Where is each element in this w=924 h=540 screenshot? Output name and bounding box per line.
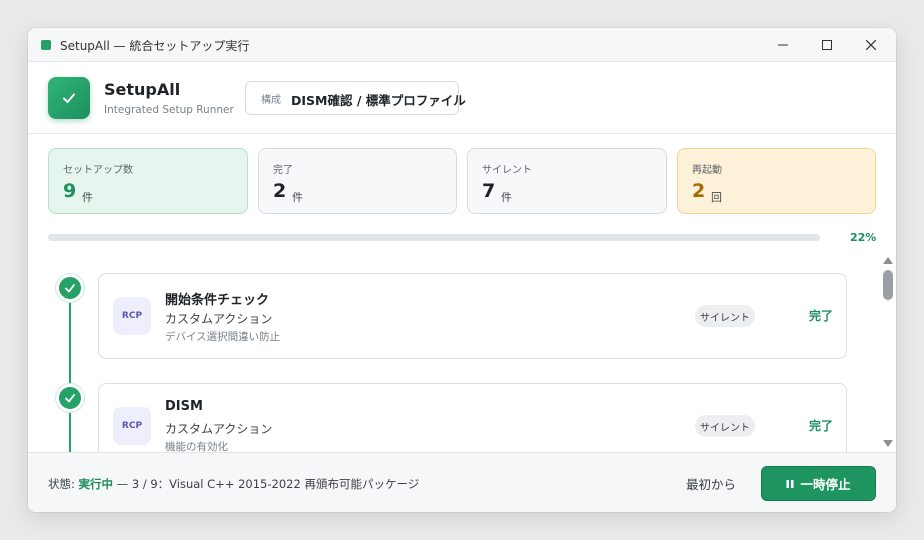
config-value: DISM確認 / 標準プロファイル [291, 93, 466, 108]
app-icon [41, 40, 51, 50]
stat-value: 7 [482, 180, 496, 202]
step-card[interactable]: RCP 開始条件チェック カスタムアクション デバイス選択間違い防止 サイレント… [98, 273, 847, 359]
stat-label: セットアップ数 [63, 165, 133, 176]
stat-unit: 件 [292, 191, 303, 204]
maximize-icon [822, 40, 832, 50]
mode-badge: サイレント [695, 305, 755, 327]
progress-percent: 22% [850, 231, 877, 244]
scroll-down-arrow[interactable] [883, 440, 893, 447]
pause-icon [786, 479, 794, 488]
stat-value: 2 [273, 180, 287, 202]
step-type: カスタムアクション [165, 422, 273, 436]
stat-unit: 件 [501, 191, 512, 204]
stat-reboot: 再起動 2 回 [677, 148, 876, 214]
status-prefix: 状態: [48, 477, 79, 491]
window-title: SetupAll — 統合セットアップ実行 [60, 39, 250, 53]
step-status: 完了 [809, 309, 834, 323]
check-icon [63, 93, 75, 103]
step-item: RCP DISM カスタムアクション 機能の有効化 サイレント 完了 [28, 364, 896, 452]
status-text: 状態: 実行中 — 3 / 9：Visual C++ 2015-2022 再頒布… [48, 476, 419, 492]
step-item: RCP 開始条件チェック カスタムアクション デバイス選択間違い防止 サイレント… [28, 254, 896, 359]
close-button[interactable] [860, 34, 882, 56]
stat-silent: サイレント 7 件 [467, 148, 667, 214]
title-bar: SetupAll — 統合セットアップ実行 [28, 28, 896, 62]
footer-bar: 状態: 実行中 — 3 / 9：Visual C++ 2015-2022 再頒布… [28, 452, 896, 512]
step-complete-marker [56, 274, 84, 302]
stat-unit: 件 [82, 191, 93, 204]
pause-label: 一時停止 [800, 477, 851, 492]
stat-label: 完了 [273, 165, 293, 176]
app-header: SetupAll Integrated Setup Runner 構成 DISM… [28, 62, 896, 134]
status-state: 実行中 [78, 477, 114, 491]
close-icon [866, 40, 876, 50]
app-subtitle: Integrated Setup Runner [104, 104, 234, 116]
config-selector[interactable]: 構成 DISM確認 / 標準プロファイル [245, 81, 466, 115]
stat-setup-count: セットアップ数 9 件 [48, 148, 248, 214]
check-icon [65, 394, 75, 403]
maximize-button[interactable] [816, 34, 838, 56]
step-title: 開始条件チェック [165, 293, 270, 308]
scroll-up-arrow[interactable] [883, 257, 893, 264]
config-label: 構成 [261, 95, 281, 106]
recipe-icon: RCP [113, 407, 151, 445]
step-card[interactable]: RCP DISM カスタムアクション 機能の有効化 サイレント 完了 [98, 383, 847, 452]
stat-completed: 完了 2 件 [258, 148, 457, 214]
pause-button[interactable]: 一時停止 [761, 466, 876, 501]
step-list: RCP 開始条件チェック カスタムアクション デバイス選択間違い防止 サイレント… [28, 254, 896, 452]
scrollbar-thumb[interactable] [883, 270, 893, 300]
step-note: 機能の有効化 [165, 441, 228, 452]
stat-label: サイレント [482, 165, 532, 176]
minimize-button[interactable] [772, 34, 794, 56]
progress-bar [48, 234, 820, 241]
stat-label: 再起動 [692, 165, 722, 176]
step-title: DISM [165, 399, 203, 414]
step-complete-marker [56, 384, 84, 412]
app-name: SetupAll [104, 80, 181, 99]
recipe-icon: RCP [113, 297, 151, 335]
restart-button[interactable]: 最初から [676, 469, 746, 497]
stat-unit: 回 [711, 191, 722, 204]
status-detail: — 3 / 9：Visual C++ 2015-2022 再頒布可能パッケージ [113, 477, 420, 491]
step-type: カスタムアクション [165, 312, 273, 326]
step-note: デバイス選択間違い防止 [165, 331, 281, 343]
stat-value: 9 [63, 180, 77, 202]
app-logo [48, 77, 90, 119]
app-window: SetupAll — 統合セットアップ実行 SetupAll Integrate… [28, 28, 896, 512]
stat-value: 2 [692, 180, 706, 202]
check-icon [65, 284, 75, 293]
minimize-icon [778, 44, 788, 46]
mode-badge: サイレント [695, 415, 755, 437]
step-status: 完了 [809, 419, 834, 433]
progress-fill [48, 234, 218, 241]
